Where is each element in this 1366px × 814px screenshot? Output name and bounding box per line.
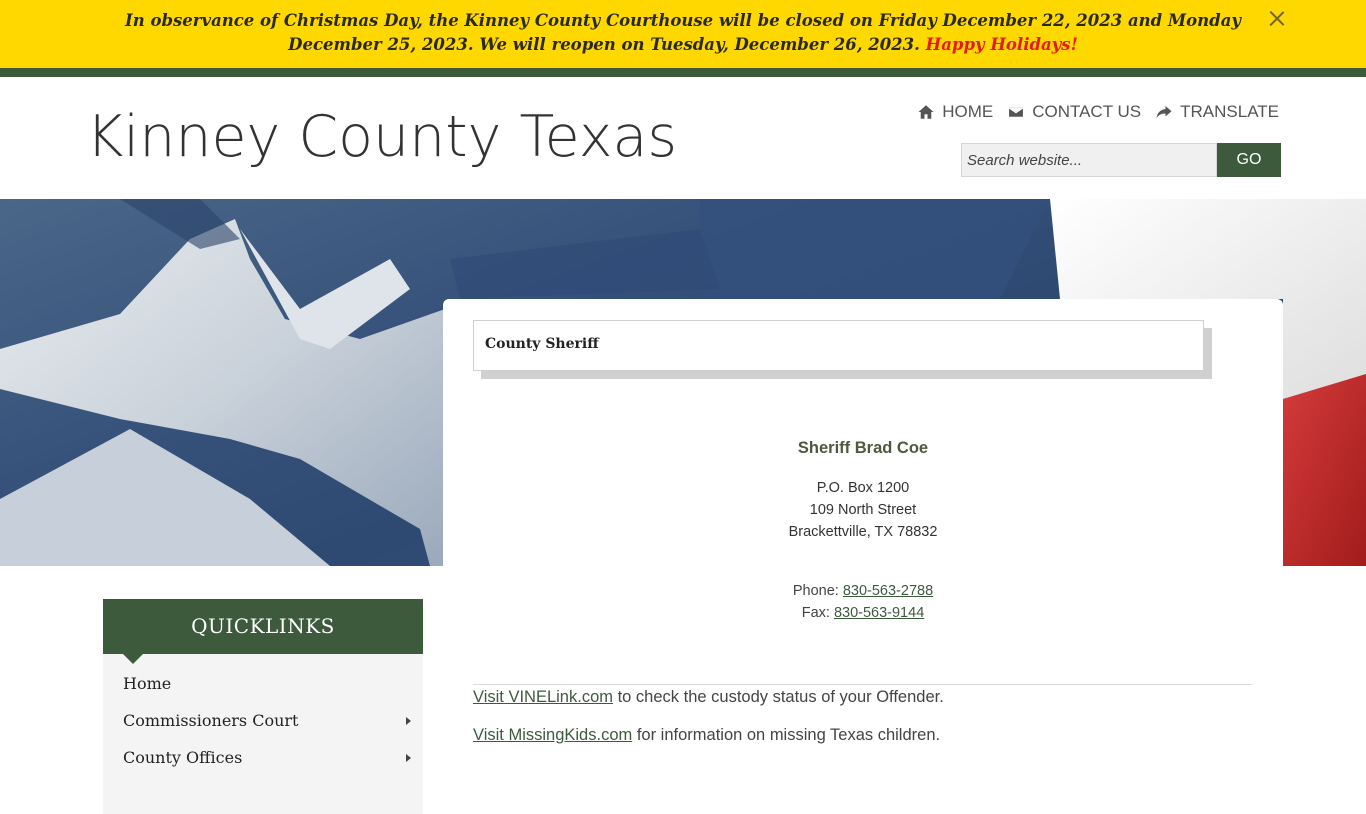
content-divider [473,684,1253,685]
alert-message: In observance of Christmas Day, the Kinn… [120,9,1246,57]
address-line-po-box: P.O. Box 1200 [816,480,910,496]
nav-translate-label: TRANSLATE [1180,102,1279,121]
nav-contact-label: CONTACT US [1032,102,1142,121]
address-block: P.O. Box 1200 109 North Street Brackettv… [443,477,1283,543]
quicklink-county-offices[interactable]: County Offices [103,743,423,780]
quicklink-label: Home [123,674,172,693]
vinelink-link[interactable]: Visit VINELink.com [473,688,613,706]
search-go-button[interactable]: GO [1217,143,1281,177]
search-input[interactable] [961,143,1217,177]
page-heading-box: County Sheriff [473,320,1204,371]
header-divider-stripe [0,68,1366,77]
holiday-alert-bar: In observance of Christmas Day, the Kinn… [0,0,1366,68]
home-icon [918,105,934,119]
nav-translate-link[interactable]: TRANSLATE [1155,102,1279,122]
quicklinks-title: QUICKLINKS [103,599,423,664]
missingkids-link[interactable]: Visit MissingKids.com [473,726,632,744]
quicklink-label: County Offices [123,748,243,767]
nav-home-link[interactable]: HOME [917,102,993,122]
quicklink-label: Commissioners Court [123,711,299,730]
quicklink-commissioners-court[interactable]: Commissioners Court [103,706,423,743]
alert-highlight: Happy Holidays! [925,35,1078,54]
site-search: GO [961,143,1281,177]
missingkids-line: Visit MissingKids.com for information on… [473,726,940,745]
quicklink-home[interactable]: Home [103,669,423,706]
nav-home-label: HOME [942,102,994,121]
vinelink-text: to check the custody status of your Offe… [613,688,944,706]
close-icon[interactable] [1266,8,1288,30]
chevron-right-icon [406,754,411,762]
fax-link[interactable]: 830-563-9144 [834,605,924,621]
missingkids-text: for information on missing Texas childre… [632,726,941,744]
fax-label: Fax: [801,605,830,621]
phone-link[interactable]: 830-563-2788 [843,583,933,599]
address-line-city: Brackettville, TX 78832 [788,524,938,540]
quicklinks-list: Home Commissioners Court County Offices [103,654,423,814]
contact-block: Phone: 830-563-2788 Fax: 830-563-9144 [443,580,1283,624]
share-arrow-icon [1156,106,1172,118]
vinelink-line: Visit VINELink.com to check the custody … [473,688,944,707]
fax-line: Fax: 830-563-9144 [443,602,1283,624]
content-card: County Sheriff Sheriff Brad Coe P.O. Box… [443,299,1283,768]
sheriff-name: Sheriff Brad Coe [797,439,929,457]
phone-label: Phone: [792,583,839,599]
nav-contact-link[interactable]: CONTACT US [1007,102,1141,122]
page-title: County Sheriff [485,336,599,352]
envelope-icon [1008,106,1025,118]
top-navigation: HOME CONTACT US TRANSLATE [917,102,1279,122]
address-line-street: 109 North Street [809,502,917,518]
quicklinks-panel: QUICKLINKS Home Commissioners Court Coun… [103,599,423,814]
chevron-right-icon [406,717,411,725]
site-title[interactable]: Kinney County Texas [86,104,677,170]
phone-line: Phone: 830-563-2788 [443,580,1283,602]
